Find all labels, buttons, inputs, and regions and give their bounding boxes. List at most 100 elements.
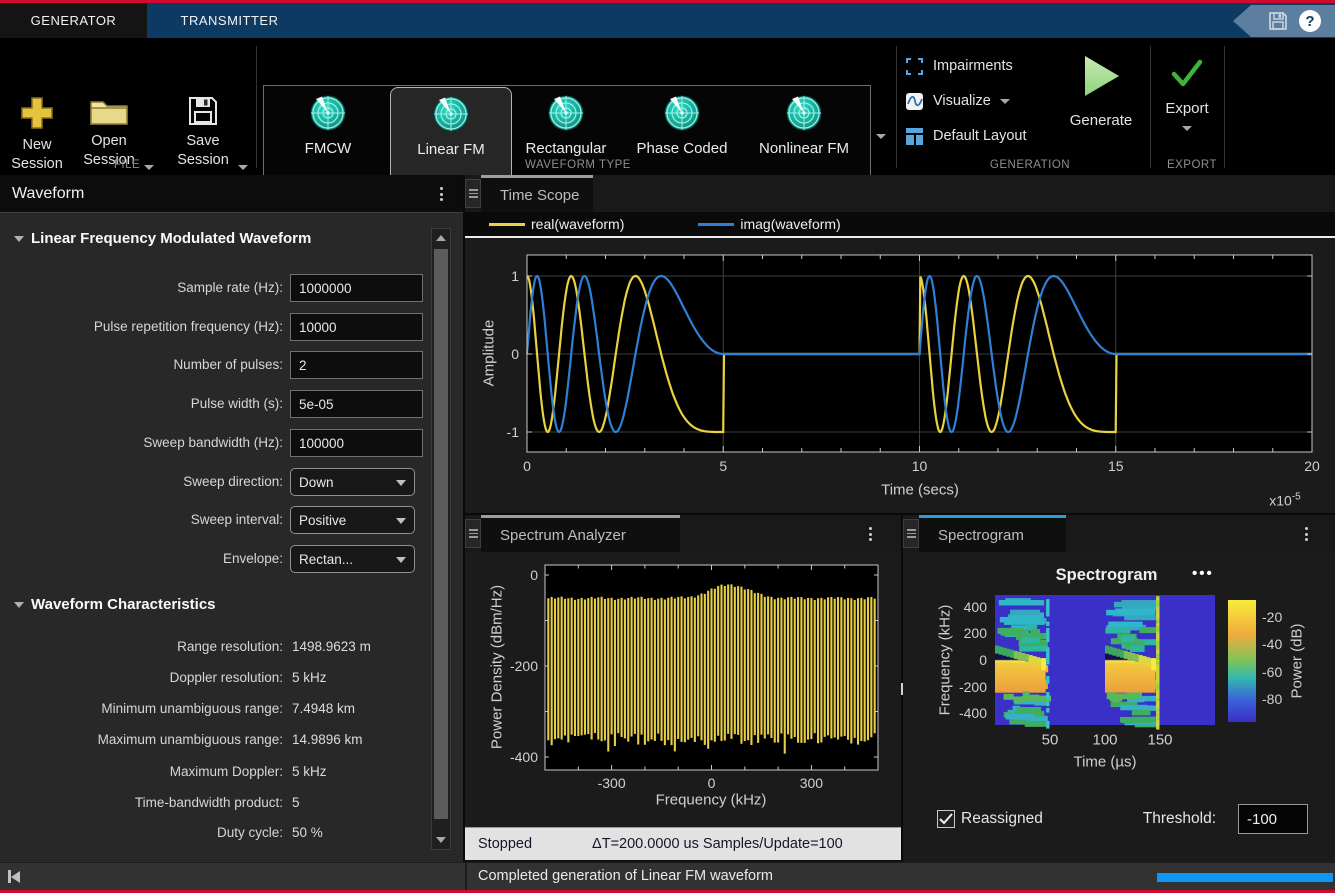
generate-button[interactable]: Generate [1058,52,1144,164]
radar-icon [785,94,823,132]
waveform-gallery-dropdown-arrow [876,134,886,139]
spectrogram-tab-label: Spectrogram [938,527,1024,544]
radar-icon [663,94,701,132]
characteristic-label: Doppler resolution: [5,670,283,685]
characteristic-label: Maximum unambiguous range: [5,732,283,747]
save-icon[interactable] [1267,10,1289,32]
field-input-1[interactable] [290,313,423,341]
radar-icon [432,95,470,133]
spectrogram-title: Spectrogram [1019,566,1194,585]
ribbon-divider [1224,46,1225,168]
field-dropdown-5[interactable]: Down [290,468,415,496]
save-session-dropdown-arrow[interactable] [238,165,248,170]
save-session-button[interactable]: Save Session [168,94,238,178]
visualize-button[interactable]: Visualize [905,91,1010,111]
waveform-panel-menu-button[interactable] [434,184,448,204]
impairments-icon [905,57,924,76]
impairments-label: Impairments [933,58,1013,74]
status-bar: Completed generation of Linear FM wavefo… [0,862,1335,890]
spectrum-menu-button[interactable] [863,524,877,544]
impairments-button[interactable]: Impairments [905,56,1013,76]
spectrogram-drag-handle[interactable] [903,519,919,548]
legend-label-imag: imag(waveform) [740,216,840,232]
default-layout-button[interactable]: Default Layout [905,126,1027,146]
dropdown-value: Down [299,475,334,490]
spectrum-status-details: ΔT=200.0000 us Samples/Update=100 [592,836,843,852]
lfm-section-title: Linear Frequency Modulated Waveform [31,230,311,247]
waveform-panel-scrollbar[interactable] [431,228,451,850]
collapse-panel-button[interactable] [8,870,20,883]
spectrum-tab[interactable]: Spectrum Analyzer [481,515,680,552]
field-input-4[interactable] [290,429,423,457]
reassigned-label: Reassigned [961,810,1043,828]
ribbon-divider [256,46,257,168]
quick-access-toolbar: ? [1217,5,1335,37]
waveform-type-fmcw[interactable]: FMCW [268,87,388,185]
characteristics-section-header[interactable]: Waveform Characteristics [14,596,216,613]
spectrum-status-strip: Stopped ΔT=200.0000 us Samples/Update=10… [465,827,901,860]
new-session-button[interactable]: New Session [8,96,66,176]
waveform-type-label: Nonlinear FM [744,139,864,158]
legend-line-real [489,223,525,226]
legend-item-imag: imag(waveform) [698,216,840,232]
help-button[interactable]: ? [1299,10,1321,32]
dropdown-value: Rectan... [299,552,353,567]
field-label: Envelope: [5,545,283,573]
time-scope-plot[interactable] [465,238,1335,513]
tab-generator[interactable]: GENERATOR [0,3,147,38]
field-dropdown-6[interactable]: Positive [290,506,415,534]
lfm-section-header[interactable]: Linear Frequency Modulated Waveform [14,230,311,247]
field-label: Sweep bandwidth (Hz): [5,429,283,457]
waveform-gallery-dropdown[interactable] [871,85,891,187]
spectrum-drag-handle[interactable] [465,519,481,548]
field-label: Pulse repetition frequency (Hz): [5,313,283,341]
field-input-2[interactable] [290,351,423,379]
new-session-plus-icon [20,96,54,130]
time-scope-legend: real(waveform) imag(waveform) [465,212,1335,236]
scroll-up-arrow[interactable] [436,235,446,241]
field-input-3[interactable] [290,390,423,418]
radar-icon [547,94,585,132]
time-scope-tab[interactable]: Time Scope [481,175,593,212]
export-label: Export [1155,99,1219,118]
export-button[interactable]: Export [1155,52,1219,164]
waveform-type-label: Phase Coded [622,139,742,158]
scrollbar-thumb[interactable] [434,249,448,819]
time-scope-tab-label: Time Scope [500,187,579,204]
open-session-folder-icon [89,94,129,128]
spectrogram-ellipsis-menu[interactable]: ••• [1192,565,1226,581]
dropdown-arrow-icon [396,518,406,524]
spectrogram-tab[interactable]: Spectrogram [919,515,1066,552]
spectrogram-tabstrip: Spectrogram [903,515,1335,552]
field-dropdown-7[interactable]: Rectan... [290,545,415,573]
time-scope-tabstrip: Time Scope [465,175,1335,212]
reassigned-checkbox[interactable] [937,810,955,828]
characteristic-label: Time-bandwidth product: [5,795,283,810]
dropdown-arrow-icon [396,480,406,486]
dropdown-value: Positive [299,513,346,528]
progress-bar [1157,873,1333,882]
waveform-panel-title: Waveform [12,185,84,203]
default-layout-label: Default Layout [933,128,1027,144]
threshold-input[interactable] [1238,804,1308,834]
characteristics-section-title: Waveform Characteristics [31,596,216,613]
app-window: GENERATOR TRANSMITTER ? New Session [0,0,1335,893]
characteristic-label: Minimum unambiguous range: [5,701,283,716]
waveform-type-linear-fm[interactable]: Linear FM [390,87,512,187]
scroll-down-arrow[interactable] [436,837,446,843]
new-session-label: New Session [8,136,66,174]
app-tab-bar: GENERATOR TRANSMITTER ? [0,3,1335,38]
spectrum-plot[interactable] [465,552,901,827]
visualize-icon [905,92,924,111]
field-label: Sweep interval: [5,506,283,534]
legend-line-imag [698,223,734,226]
spectrogram-menu-button[interactable] [1299,524,1313,544]
waveform-type-nonlinear-fm[interactable]: Nonlinear FM [744,87,864,185]
export-dropdown-arrow [1182,126,1192,131]
field-input-0[interactable] [290,274,423,302]
tab-transmitter[interactable]: TRANSMITTER [147,3,312,38]
colorbar [1228,600,1256,722]
legend-item-real: real(waveform) [489,216,624,232]
waveform-type-label: FMCW [268,139,388,158]
time-scope-drag-handle[interactable] [465,179,481,208]
